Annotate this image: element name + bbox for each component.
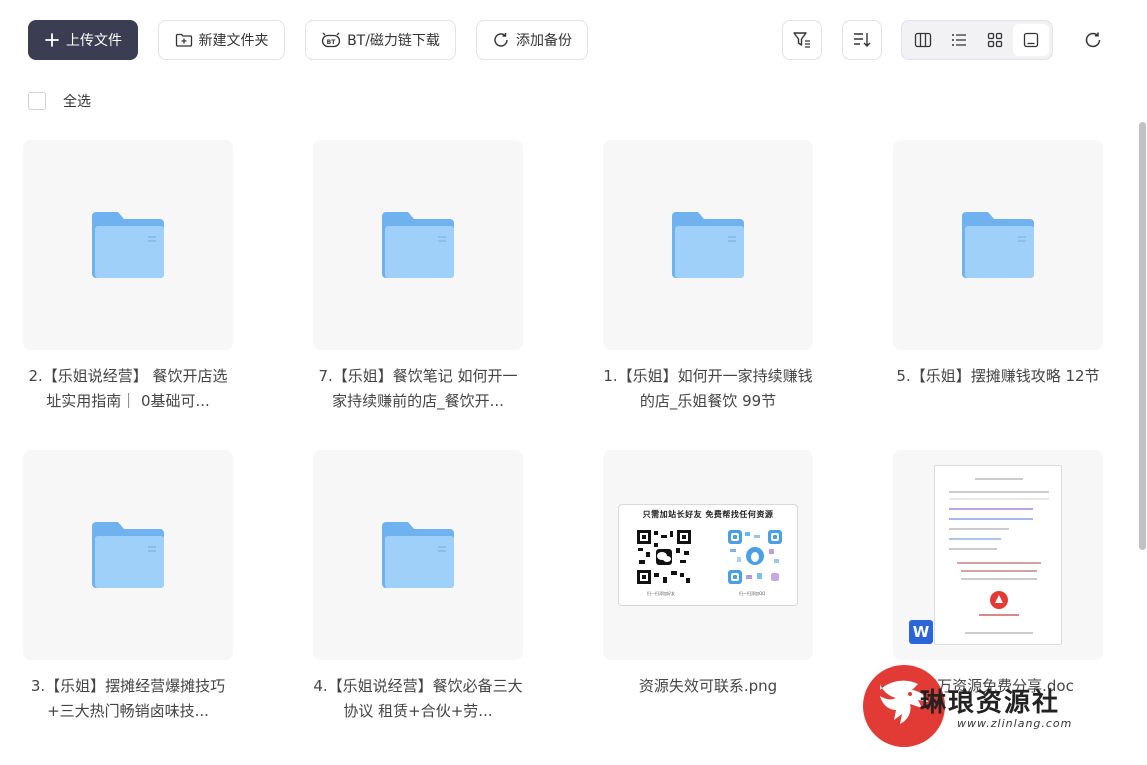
grid-item[interactable]: 3.【乐姐】摆摊经营爆摊技巧+三大热门畅销卤味技... <box>23 450 233 724</box>
folder-thumbnail <box>313 140 523 350</box>
filter-button[interactable] <box>782 20 822 60</box>
upload-label: 上传文件 <box>66 33 122 49</box>
qr-caption-right: 扫一扫添加QQ <box>739 591 766 596</box>
refresh-icon <box>1085 32 1101 48</box>
grid-item[interactable]: 7.【乐姐】餐饮笔记 如何开一家持续赚前的店_餐饮开... <box>313 140 523 414</box>
item-name: 3.【乐姐】摆摊经营爆摊技巧+三大热门畅销卤味技... <box>30 677 226 720</box>
new-folder-button[interactable]: 新建文件夹 <box>158 20 285 60</box>
doc-preview <box>934 465 1062 645</box>
item-name: 5.【乐姐】摆摊赚钱攻略 12节 <box>896 367 1100 385</box>
grid-item[interactable]: 1.【乐姐】如何开一家持续赚钱的店_乐姐餐饮 99节 <box>603 140 813 414</box>
doc-logo-icon <box>990 591 1008 609</box>
filter-icon <box>793 32 810 48</box>
file-manager: 上传文件 新建文件夹 BT BT/磁力链下载 添加备份 全选 2.【乐姐说经营】… <box>0 0 1147 765</box>
thumbnail-icon <box>1023 32 1039 48</box>
add-backup-button[interactable]: 添加备份 <box>476 20 588 60</box>
vertical-scrollbar[interactable] <box>1139 122 1146 550</box>
item-name: 1.【乐姐】如何开一家持续赚钱的店_乐姐餐饮 99节 <box>603 367 813 410</box>
add-backup-label: 添加备份 <box>516 33 572 49</box>
list-icon <box>952 34 966 46</box>
upload-button[interactable]: 上传文件 <box>28 20 138 60</box>
view-grid[interactable] <box>977 24 1013 56</box>
folder-icon <box>382 522 454 588</box>
view-columns[interactable] <box>905 24 941 56</box>
watermark: 琳琅资源社 www.zlinlang.com <box>862 664 1122 750</box>
watermark-url: www.zlinlang.com <box>957 717 1073 730</box>
qq-qr-icon <box>727 529 783 585</box>
refresh-button[interactable] <box>1073 20 1113 60</box>
view-mode-switcher <box>901 20 1053 60</box>
folder-thumbnail <box>23 450 233 660</box>
qr-image-title: 只需加站长好友 免费帮找任何资源 <box>642 510 774 519</box>
bt-download-label: BT/磁力链下载 <box>347 33 440 49</box>
toolbar: 上传文件 新建文件夹 BT BT/磁力链下载 添加备份 <box>28 20 1127 60</box>
doc-thumbnail: W <box>893 450 1103 660</box>
wechat-qr-icon <box>636 529 692 585</box>
columns-icon <box>914 32 932 48</box>
sync-icon <box>494 33 508 47</box>
bt-icon: BT <box>321 32 341 48</box>
item-name: 7.【乐姐】餐饮笔记 如何开一家持续赚前的店_餐饮开... <box>318 367 518 410</box>
select-all-label[interactable]: 全选 <box>63 91 91 111</box>
grid-item[interactable]: 2.【乐姐说经营】 餐饮开店选址实用指南｜ 0基础可... <box>23 140 233 414</box>
grid-item[interactable]: 4.【乐姐说经营】餐饮必备三大协议 租赁+合伙+劳... <box>313 450 523 724</box>
qr-caption-left: 扫一扫添加好友 <box>647 591 675 596</box>
svg-text:BT: BT <box>327 39 337 46</box>
image-thumbnail: 只需加站长好友 免费帮找任何资源 扫一扫添加好友 扫一扫添加QQ <box>603 450 813 660</box>
folder-thumbnail <box>603 140 813 350</box>
item-name: 2.【乐姐说经营】 餐饮开店选址实用指南｜ 0基础可... <box>28 367 228 410</box>
bt-download-button[interactable]: BT BT/磁力链下载 <box>305 20 456 60</box>
view-list[interactable] <box>941 24 977 56</box>
grid-item[interactable]: 5.【乐姐】摆摊赚钱攻略 12节 <box>893 140 1103 414</box>
folder-plus-icon <box>175 33 192 47</box>
new-folder-label: 新建文件夹 <box>198 33 269 49</box>
plus-icon <box>45 33 59 47</box>
folder-icon <box>672 212 744 278</box>
folder-icon <box>92 522 164 588</box>
sort-button[interactable] <box>842 20 882 60</box>
select-all-row: 全选 <box>28 91 91 111</box>
select-all-checkbox[interactable] <box>28 92 46 110</box>
word-file-icon: W <box>909 620 933 644</box>
folder-thumbnail <box>893 140 1103 350</box>
qr-image-preview: 只需加站长好友 免费帮找任何资源 扫一扫添加好友 扫一扫添加QQ <box>618 504 798 606</box>
grid-icon <box>987 32 1003 48</box>
item-name: 4.【乐姐说经营】餐饮必备三大协议 租赁+合伙+劳... <box>313 677 523 720</box>
sort-icon <box>854 33 871 47</box>
folder-icon <box>962 212 1034 278</box>
watermark-text: 琳琅资源社 <box>920 688 1061 718</box>
folder-icon <box>92 212 164 278</box>
folder-icon <box>382 212 454 278</box>
grid-item[interactable]: 只需加站长好友 免费帮找任何资源 扫一扫添加好友 扫一扫添加QQ 资源失效可联系… <box>603 450 813 724</box>
view-thumbnail[interactable] <box>1013 24 1049 56</box>
folder-thumbnail <box>313 450 523 660</box>
folder-thumbnail <box>23 140 233 350</box>
item-name: 资源失效可联系.png <box>638 677 778 695</box>
